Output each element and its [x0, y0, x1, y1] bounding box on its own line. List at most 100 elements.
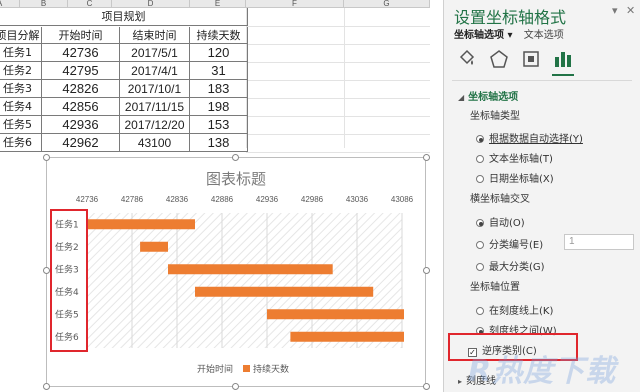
fill-line-icon[interactable] — [456, 48, 478, 70]
x-tick-label[interactable]: 43086 — [391, 195, 414, 204]
table-cell[interactable]: 任务5 — [0, 116, 42, 134]
header-cell[interactable]: 项目分解 — [0, 27, 42, 44]
table-cell[interactable]: 任务4 — [0, 98, 42, 116]
cross-label: 横坐标轴交叉 — [470, 194, 530, 205]
table-cell[interactable]: 2017/4/1 — [120, 62, 190, 80]
x-tick-label[interactable]: 42836 — [166, 195, 189, 204]
table-cell[interactable]: 138 — [190, 134, 248, 152]
tab-text-options[interactable]: 文本选项 — [524, 26, 564, 41]
column-header[interactable]: G — [344, 0, 430, 8]
header-cell[interactable]: 开始时间 — [42, 27, 120, 44]
column-header[interactable]: E — [190, 0, 246, 8]
section-axis-options-label: 坐标轴选项 — [468, 92, 519, 103]
plot-area — [87, 213, 402, 348]
x-tick-label[interactable]: 42886 — [211, 195, 234, 204]
tab-axis-options[interactable]: 坐标轴选项 ▾ — [454, 26, 513, 41]
table-cell[interactable]: 任务6 — [0, 134, 42, 152]
table-cell[interactable]: 2017/11/15 — [120, 98, 190, 116]
axis-options-icon[interactable] — [552, 48, 574, 76]
panel-options-icon[interactable]: ▾ — [612, 4, 618, 17]
chart-resize-handle-mr[interactable] — [423, 267, 430, 274]
panel-title: 设置坐标轴格式 — [454, 8, 567, 27]
table-title-cell[interactable]: 项目规划 — [0, 8, 248, 26]
x-tick-label[interactable]: 42736 — [76, 195, 99, 204]
gridline — [246, 80, 430, 81]
gridline — [344, 8, 345, 148]
x-tick-label[interactable]: 43036 — [346, 195, 369, 204]
section-tick-marks-label: 刻度线 — [466, 376, 497, 387]
gantt-chart[interactable]: 图表标题 42736 42786 42836 42886 42936 42986 43036… — [46, 157, 426, 387]
radio-date-axis[interactable]: 日期坐标轴(X) — [476, 170, 554, 185]
radio-on-tick-marks[interactable]: 在刻度线上(K) — [476, 302, 553, 317]
bar-duration[interactable] — [140, 241, 168, 252]
gridline — [246, 44, 430, 45]
table-cell[interactable]: 2017/5/1 — [120, 44, 190, 62]
gridline — [246, 152, 430, 153]
table-cell[interactable]: 153 — [190, 116, 248, 134]
radio-dot — [476, 263, 484, 271]
chart-resize-handle-bm[interactable] — [232, 383, 239, 390]
x-tick-label[interactable]: 42936 — [256, 195, 279, 204]
chart-resize-handle-bl[interactable] — [43, 383, 50, 390]
bar-duration[interactable] — [267, 309, 404, 320]
table-cell[interactable]: 任务2 — [0, 62, 42, 80]
table-cell[interactable]: 42795 — [42, 62, 120, 80]
table-cell[interactable]: 任务1 — [0, 44, 42, 62]
column-header[interactable]: F — [246, 0, 344, 8]
gridline — [246, 134, 430, 135]
section-tick-marks[interactable]: ▸ 刻度线 — [458, 372, 496, 387]
table-cell[interactable]: 42826 — [42, 80, 120, 98]
table-cell[interactable]: 42736 — [42, 44, 120, 62]
column-header[interactable]: C — [68, 0, 112, 8]
gridline — [246, 26, 430, 27]
radio-text-axis[interactable]: 文本坐标轴(T) — [476, 150, 553, 165]
section-axis-options[interactable]: ◢ 坐标轴选项 — [458, 88, 518, 103]
gridline — [246, 116, 430, 117]
tab-axis-options-label: 坐标轴选项 — [454, 30, 504, 41]
radio-date-axis-label: 日期坐标轴(X) — [489, 174, 554, 185]
gridline — [246, 98, 430, 99]
table-cell[interactable]: 42936 — [42, 116, 120, 134]
chart-plot[interactable]: 42736 42786 42836 42886 42936 42986 43036 43086… — [47, 158, 427, 388]
effects-icon[interactable] — [488, 48, 510, 70]
radio-cross-auto[interactable]: 自动(O) — [476, 214, 525, 229]
table-cell[interactable]: 2017/10/1 — [120, 80, 190, 98]
legend-swatch-duration — [243, 365, 250, 372]
gridline — [246, 62, 430, 63]
table-cell[interactable]: 2017/12/20 — [120, 116, 190, 134]
collapse-triangle-icon: ◢ — [458, 93, 465, 102]
table-cell[interactable]: 120 — [190, 44, 248, 62]
radio-auto-select[interactable]: 根据数据自动选择(Y) — [476, 130, 583, 145]
chart-resize-handle-tr[interactable] — [423, 154, 430, 161]
chart-resize-handle-ml[interactable] — [43, 267, 50, 274]
column-header[interactable]: A — [0, 0, 20, 8]
table-cell[interactable]: 42856 — [42, 98, 120, 116]
chart-resize-handle-tm[interactable] — [232, 154, 239, 161]
table-cell[interactable]: 31 — [190, 62, 248, 80]
table-cell[interactable]: 183 — [190, 80, 248, 98]
header-cell[interactable]: 持续天数 — [190, 27, 248, 44]
bar-duration[interactable] — [87, 219, 195, 230]
table-cell[interactable]: 43100 — [120, 134, 190, 152]
x-tick-label[interactable]: 42986 — [301, 195, 324, 204]
bar-duration[interactable] — [195, 286, 374, 297]
bar-duration[interactable] — [290, 331, 404, 342]
x-tick-label[interactable]: 42786 — [121, 195, 144, 204]
bar-duration[interactable] — [168, 264, 333, 275]
table-cell[interactable]: 任务3 — [0, 80, 42, 98]
table-cell[interactable]: 198 — [190, 98, 248, 116]
radio-cross-category-number[interactable]: 分类编号(E) — [476, 236, 543, 251]
column-header[interactable]: D — [112, 0, 190, 8]
chart-resize-handle-tl[interactable] — [43, 154, 50, 161]
column-header[interactable]: B — [20, 0, 68, 8]
category-axis-selection[interactable] — [50, 209, 88, 352]
size-properties-icon[interactable] — [520, 48, 542, 70]
header-cell[interactable]: 结束时间 — [120, 27, 190, 44]
category-number-input[interactable]: 1 — [564, 234, 634, 250]
table-cell[interactable]: 42962 — [42, 134, 120, 152]
close-icon[interactable]: ✕ — [626, 4, 635, 17]
spreadsheet: ABCDEFG 项目规划 项目分解开始时间结束时间持续天数任务142736201… — [0, 0, 430, 392]
chart-resize-handle-br[interactable] — [423, 383, 430, 390]
radio-dot — [476, 155, 484, 163]
radio-cross-max-category[interactable]: 最大分类(G) — [476, 258, 545, 273]
